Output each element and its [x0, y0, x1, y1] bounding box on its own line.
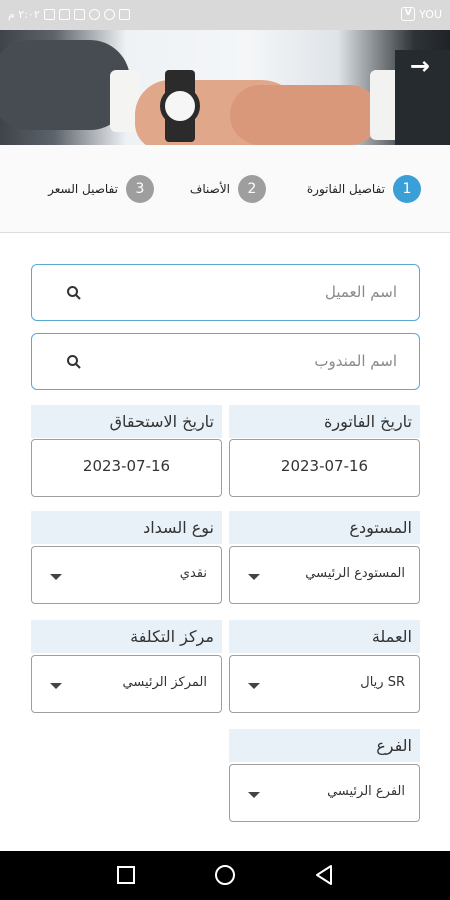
step-number: 3	[126, 175, 154, 203]
due-date-value: 2023-07-16	[82, 457, 171, 475]
status-left: ٢:٠٢ م	[8, 8, 130, 21]
dropdown-caret-icon	[50, 683, 62, 689]
warehouse-value: المستودع الرئيسي	[305, 566, 405, 581]
currency-label: العملة	[229, 620, 420, 653]
branch-label: الفرع	[229, 729, 420, 762]
system-nav-bar	[0, 851, 450, 900]
hero-hand-right	[230, 85, 380, 145]
wifi-icon	[88, 9, 100, 20]
due-date-label: تاريخ الاستحقاق	[31, 405, 222, 438]
battery-icon	[58, 9, 70, 20]
back-arrow-icon[interactable]: →	[410, 52, 430, 80]
due-date-field[interactable]: 2023-07-16	[31, 439, 222, 497]
step-invoice-details[interactable]: تفاصيل الفاتورة 1	[307, 175, 421, 203]
alarm-icon	[103, 9, 115, 20]
recents-icon[interactable]	[114, 863, 138, 887]
step-number: 1	[393, 175, 421, 203]
payment-type-label: نوع السداد	[31, 511, 222, 544]
currency-select[interactable]: ريال SR	[229, 655, 420, 713]
dropdown-caret-icon	[248, 574, 260, 580]
rep-name-search[interactable]: اسم المندوب	[31, 333, 420, 390]
invoice-date-value: 2023-07-16	[280, 457, 369, 475]
status-time: ٢:٠٢ م	[8, 8, 40, 21]
stepper: تفاصيل الفاتورة 1 الأصناف 2 تفاصيل السعر…	[0, 145, 450, 233]
vibrate-icon	[118, 9, 130, 20]
cost-center-label: مركز التكلفة	[31, 620, 222, 653]
status-right: V YOU	[401, 7, 442, 21]
invoice-date-label: تاريخ الفاتورة	[229, 405, 420, 438]
status-bar: ٢:٠٢ م V YOU	[0, 0, 450, 30]
cost-center-value: المركز الرئيسي	[122, 675, 207, 690]
branch-select[interactable]: الفرع الرئيسي	[229, 764, 420, 822]
signal-icon	[73, 9, 85, 20]
home-icon[interactable]	[213, 863, 237, 887]
dropdown-caret-icon	[248, 683, 260, 689]
v-icon: V	[401, 7, 416, 21]
step-label: تفاصيل السعر	[48, 182, 118, 196]
dropdown-caret-icon	[50, 574, 62, 580]
gallery-icon	[43, 9, 55, 20]
invoice-date-field[interactable]: 2023-07-16	[229, 439, 420, 497]
hero-handshake-image: →	[0, 30, 450, 145]
customer-name-placeholder: اسم العميل	[324, 283, 397, 301]
payment-type-value: نقدي	[179, 566, 207, 581]
step-label: الأصناف	[189, 182, 230, 196]
search-icon[interactable]	[66, 354, 82, 370]
status-brand: YOU	[419, 7, 442, 21]
step-label: تفاصيل الفاتورة	[306, 182, 385, 196]
rep-name-placeholder: اسم المندوب	[314, 352, 397, 370]
step-price-details[interactable]: تفاصيل السعر 3	[48, 175, 154, 203]
hero-watch	[160, 86, 200, 126]
back-icon[interactable]	[313, 863, 337, 887]
warehouse-label: المستودع	[229, 511, 420, 544]
search-icon[interactable]	[66, 285, 82, 301]
dropdown-caret-icon	[248, 792, 260, 798]
currency-value: ريال SR	[360, 675, 405, 690]
step-items[interactable]: الأصناف 2	[190, 175, 266, 203]
step-number: 2	[238, 175, 266, 203]
warehouse-select[interactable]: المستودع الرئيسي	[229, 546, 420, 604]
payment-type-select[interactable]: نقدي	[31, 546, 222, 604]
customer-name-search[interactable]: اسم العميل	[31, 264, 420, 321]
cost-center-select[interactable]: المركز الرئيسي	[31, 655, 222, 713]
branch-value: الفرع الرئيسي	[327, 784, 405, 799]
